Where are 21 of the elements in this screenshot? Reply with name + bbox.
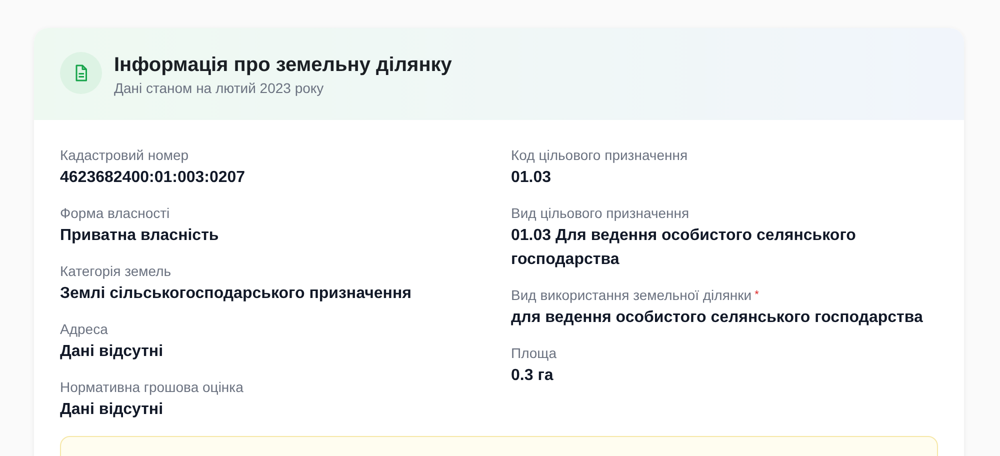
field-label: Код цільового призначення xyxy=(511,147,688,163)
field-value: Дані відсутні xyxy=(60,342,164,362)
field-label: Адреса xyxy=(60,321,108,337)
field-label: Категорія земель xyxy=(60,263,172,279)
field-label: Кадастровий номер xyxy=(60,147,189,163)
card-subtitle: Дані станом на лютий 2023 року xyxy=(114,80,325,96)
field-value: 01.03 xyxy=(511,168,552,188)
field-value: Дані відсутні xyxy=(60,400,164,420)
field-label: Площа xyxy=(511,345,556,361)
field-label: Нормативна грошова оцінка xyxy=(60,379,244,395)
field-value: Приватна власність xyxy=(60,226,220,246)
field-value: 4623682400:01:003:0207 xyxy=(60,168,246,188)
required-mark: * xyxy=(754,289,759,301)
card-title: Інформація про земельну ділянку xyxy=(114,53,452,78)
field-label: Форма власності xyxy=(60,205,170,221)
field-value: Землі сільськогосподарського призначення xyxy=(60,284,412,304)
field-value: 01.03 Для ведення особистого селянського господарства xyxy=(511,226,857,270)
field-value: 0.3 га xyxy=(511,366,554,386)
field-label: Вид використання земельної ділянки xyxy=(511,287,752,303)
field-value: для ведення особистого селянського господарства xyxy=(511,308,924,328)
field-label: Вид цільового призначення xyxy=(511,205,690,221)
